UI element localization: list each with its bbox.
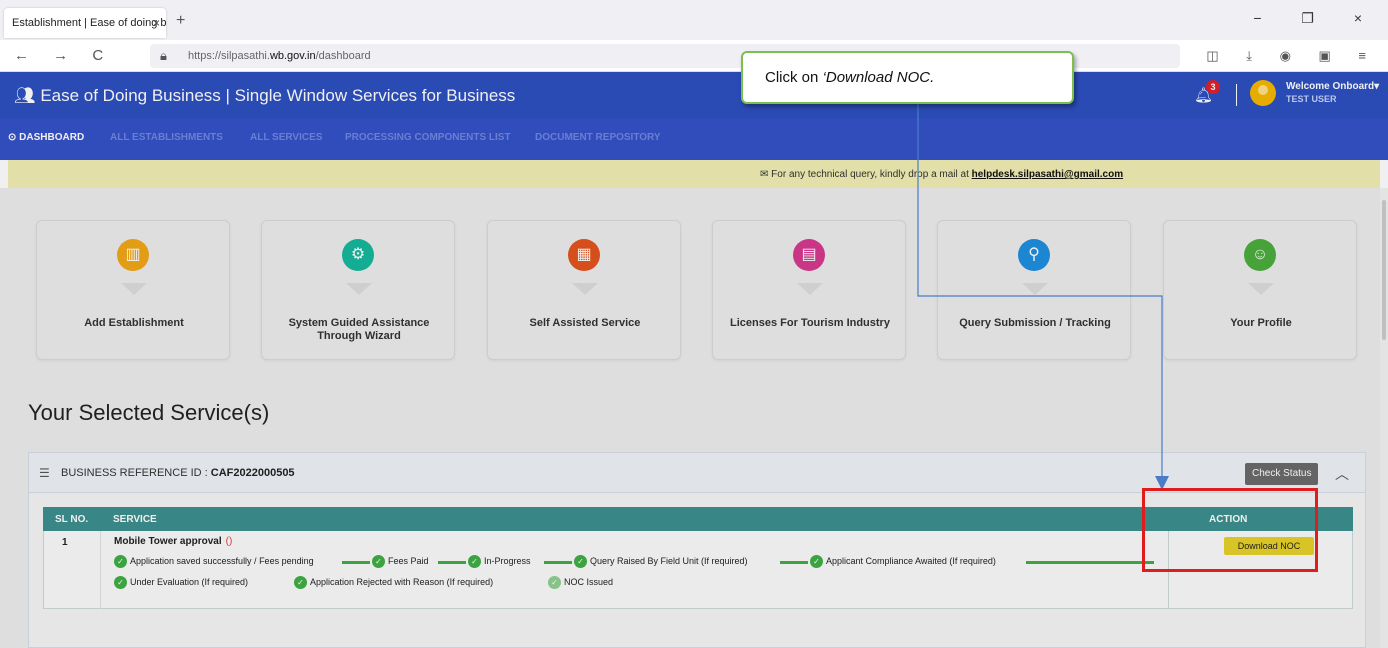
tutorial-callout: Click on ‘Download NOC. bbox=[741, 51, 1074, 104]
callout-prefix: Click on bbox=[765, 69, 823, 86]
download-noc-highlight bbox=[1142, 488, 1318, 572]
callout-emphasis: ‘Download NOC. bbox=[822, 69, 935, 86]
connector-line bbox=[917, 86, 1163, 478]
